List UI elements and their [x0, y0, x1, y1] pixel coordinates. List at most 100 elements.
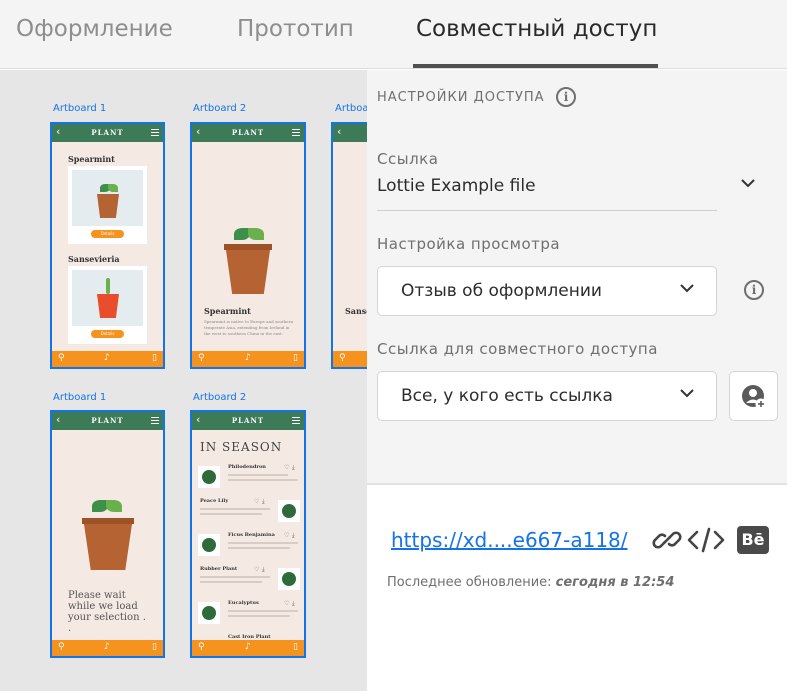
- last-updated: Последнее обновление: сегодня в 12:54: [387, 575, 674, 590]
- download-icon[interactable]: ⤓: [292, 532, 295, 540]
- app-tabbar: ⚲ ♪ ▯: [52, 351, 163, 367]
- plant-thumbnail: [198, 466, 220, 488]
- search-icon: ⚲: [58, 642, 65, 652]
- artboard-2-top[interactable]: ‹ PLANT Spearmint Spearmint is native to…: [190, 122, 306, 369]
- link-icon[interactable]: [652, 525, 682, 555]
- download-icon[interactable]: ⤓: [292, 600, 295, 608]
- list-item-title: Ficus Benjamina: [228, 532, 275, 538]
- artboard-label[interactable]: Artboard 2: [193, 103, 246, 114]
- app-brand: PLANT: [231, 416, 265, 425]
- list-item[interactable]: Eucalyptus ♡ ⤓: [198, 600, 298, 630]
- plant-name: Sansevieria: [68, 254, 120, 264]
- loading-text: Please wait while we load your selection…: [68, 590, 146, 634]
- heart-icon[interactable]: ♡: [254, 498, 259, 505]
- active-tab-indicator: [413, 64, 658, 68]
- back-icon: ‹: [337, 125, 342, 138]
- app-tabbar: ⚲ ♪ ▯: [192, 351, 304, 367]
- plant-thumbnail: [198, 602, 220, 624]
- artboard-label[interactable]: Artboard 1: [53, 103, 106, 114]
- plant-thumbnail: [278, 568, 300, 590]
- list-item-title: Peace Lily: [200, 498, 229, 504]
- artboard-label[interactable]: Artboard: [335, 103, 367, 114]
- link-label: Ссылка: [377, 150, 439, 168]
- artboard-label[interactable]: Artboard 2: [193, 392, 246, 403]
- plant-name: Sanse: [345, 306, 367, 316]
- add-person-icon: [742, 385, 767, 410]
- search-icon: ⚲: [198, 353, 205, 363]
- invite-people-button[interactable]: [729, 371, 778, 421]
- plant-image: [72, 270, 143, 326]
- mic-icon: ♪: [245, 642, 251, 652]
- embed-code-icon[interactable]: [687, 525, 725, 555]
- list-item-title: Rubber Plant: [200, 566, 238, 572]
- artboard-label[interactable]: Artboard 1: [53, 392, 106, 403]
- plant-image: [72, 170, 143, 226]
- download-icon[interactable]: ⤓: [292, 464, 295, 472]
- heart-icon[interactable]: ♡: [284, 464, 289, 471]
- chevron-down-icon: [680, 284, 694, 293]
- mic-icon: ♪: [245, 353, 251, 363]
- menu-icon: [151, 129, 159, 136]
- artboard-3-top[interactable]: ‹ Sanse ⚲: [331, 122, 367, 369]
- share-settings-panel: НАСТРОЙКИ ДОСТУПА i Ссылка Lottie Exampl…: [367, 70, 787, 483]
- menu-icon: [151, 417, 159, 424]
- bookmark-icon: ▯: [152, 642, 157, 652]
- details-button[interactable]: Details: [91, 230, 124, 238]
- list-item[interactable]: Ficus Benjamina ♡ ⤓: [198, 532, 298, 562]
- menu-icon: [292, 129, 300, 136]
- menu-icon: [292, 417, 300, 424]
- chevron-down-icon[interactable]: [741, 179, 755, 188]
- search-icon: ⚲: [58, 353, 65, 363]
- view-setting-label: Настройка просмотра: [377, 235, 561, 253]
- mic-icon: ♪: [104, 642, 110, 652]
- artboard-2-bottom[interactable]: ‹ PLANT IN SEASON Philodendron ♡ ⤓ Peace…: [190, 410, 306, 658]
- list-item-title: Eucalyptus: [228, 600, 259, 606]
- plant-card: Details: [68, 266, 147, 344]
- design-canvas[interactable]: Artboard 1 ‹ PLANT Spearmint Details San…: [0, 70, 367, 691]
- app-header: ‹ PLANT: [52, 124, 163, 142]
- last-updated-value: сегодня в 12:54: [555, 575, 675, 590]
- tab-share[interactable]: Совместный доступ: [416, 16, 657, 42]
- app-tabbar: ⚲ ♪ ▯: [192, 640, 304, 656]
- search-icon: ⚲: [198, 642, 205, 652]
- bookmark-icon: ▯: [293, 642, 298, 652]
- share-link-dropdown[interactable]: Все, у кого есть ссылка: [377, 371, 717, 421]
- view-setting-dropdown[interactable]: Отзыв об оформлении: [377, 266, 717, 316]
- plant-thumbnail: [198, 534, 220, 556]
- artboard-1-top[interactable]: ‹ PLANT Spearmint Details Sansevieria De…: [50, 122, 165, 369]
- heart-icon[interactable]: ♡: [284, 532, 289, 539]
- app-brand: PLANT: [231, 128, 265, 137]
- plant-name: Spearmint: [68, 154, 115, 164]
- app-tabbar: ⚲ ♪ ▯: [52, 640, 163, 656]
- share-link-area: https://xd....e667-a118/ Bē Последнее об…: [367, 483, 787, 691]
- link-select-value[interactable]: Lottie Example file: [377, 176, 536, 196]
- view-setting-value: Отзыв об оформлении: [401, 281, 602, 301]
- app-header: ‹ PLANT: [192, 124, 304, 142]
- list-item[interactable]: Rubber Plant ♡ ⤓: [198, 566, 300, 596]
- plant-card: Details: [68, 166, 147, 244]
- app-header: ‹ PLANT: [52, 412, 163, 430]
- heart-icon[interactable]: ♡: [284, 600, 289, 607]
- last-updated-label: Последнее обновление:: [387, 575, 556, 590]
- share-url-link[interactable]: https://xd....e667-a118/: [391, 528, 628, 552]
- heart-icon[interactable]: ♡: [254, 566, 259, 573]
- info-icon[interactable]: i: [744, 280, 764, 300]
- plant-thumbnail: [278, 500, 300, 522]
- mic-icon: ♪: [104, 353, 110, 363]
- tab-prototype[interactable]: Прототип: [237, 16, 354, 42]
- app-brand: PLANT: [91, 128, 124, 137]
- list-item[interactable]: Philodendron ♡ ⤓: [198, 464, 298, 494]
- download-icon[interactable]: ⤓: [262, 498, 265, 506]
- list-item-title: Philodendron: [228, 464, 266, 470]
- download-icon[interactable]: ⤓: [262, 566, 265, 574]
- details-button[interactable]: Details: [91, 330, 124, 338]
- tab-design[interactable]: Оформление: [16, 16, 173, 42]
- share-link-value: Все, у кого есть ссылка: [401, 386, 613, 406]
- info-icon[interactable]: i: [556, 87, 576, 107]
- app-tabbar: ⚲: [333, 351, 367, 367]
- section-title: НАСТРОЙКИ ДОСТУПА: [377, 90, 545, 105]
- behance-icon[interactable]: Bē: [737, 526, 769, 554]
- app-header: ‹: [333, 124, 367, 142]
- artboard-1-bottom[interactable]: ‹ PLANT Please wait while we load your s…: [50, 410, 165, 658]
- list-item[interactable]: Peace Lily ♡ ⤓: [198, 498, 300, 528]
